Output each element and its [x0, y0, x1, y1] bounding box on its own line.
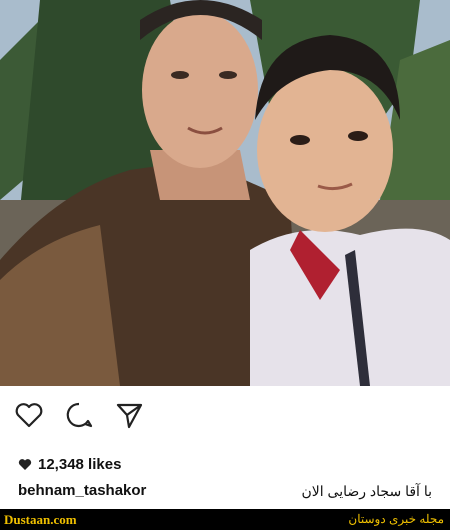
- likes-count[interactable]: 12,348 likes: [18, 454, 121, 474]
- post-action-bar: [0, 386, 450, 444]
- caption-text: با آقا سجاد رضایی الان: [301, 483, 432, 499]
- likes-label: 12,348 likes: [38, 455, 122, 473]
- heart-filled-icon: [18, 458, 32, 470]
- site-name: Dustaan.com: [4, 512, 77, 527]
- username-link[interactable]: behnam_tashakor: [18, 482, 146, 499]
- comment-icon[interactable]: [64, 400, 94, 430]
- watermark-footer: Dustaan.com مجله خبری دوستان: [0, 509, 450, 530]
- heart-outline-icon[interactable]: [14, 400, 44, 430]
- site-tagline: مجله خبری دوستان: [348, 512, 444, 526]
- share-icon[interactable]: [114, 400, 144, 430]
- post-photo: [0, 0, 450, 386]
- caption-row: behnam_tashakor با آقا سجاد رضایی الان: [18, 482, 432, 504]
